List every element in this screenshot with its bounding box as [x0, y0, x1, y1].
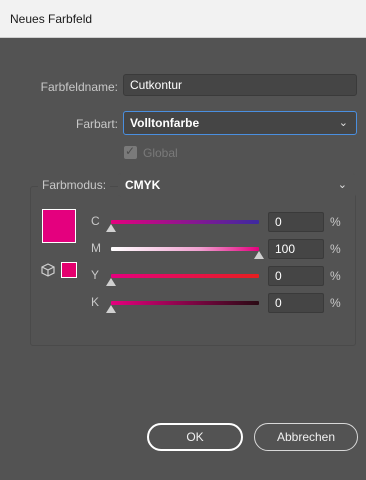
color-mode-value: CMYK — [125, 178, 161, 192]
cyan-unit: % — [330, 215, 341, 229]
new-swatch-dialog: Neues Farbfeld Farbfeldname: Cutkontur F… — [0, 0, 366, 480]
yellow-slider-thumb[interactable] — [106, 278, 116, 286]
cyan-value-input[interactable]: 0 — [268, 212, 324, 232]
chevron-down-icon: ⌄ — [338, 117, 348, 129]
cyan-slider-track[interactable] — [111, 220, 259, 224]
color-type-value: Volltonfarbe — [130, 116, 200, 130]
cube-icon[interactable] — [41, 263, 55, 277]
black-unit: % — [330, 296, 341, 310]
yellow-label: Y — [91, 268, 100, 282]
color-type-select[interactable]: Volltonfarbe ⌄ — [123, 111, 357, 135]
black-label: K — [91, 295, 100, 309]
color-mode-select[interactable]: CMYK ⌄ — [118, 173, 356, 197]
gamut-swatch[interactable] — [61, 262, 77, 278]
cyan-slider-thumb[interactable] — [106, 224, 116, 232]
title-bar: Neues Farbfeld — [0, 0, 366, 38]
cancel-button[interactable]: Abbrechen — [254, 423, 358, 451]
global-label: Global — [143, 146, 178, 160]
color-mode-label: Farbmodus: — [38, 178, 111, 192]
magenta-unit: % — [330, 242, 341, 256]
color-preview-swatch — [42, 209, 76, 243]
cyan-label: C — [91, 214, 100, 228]
color-type-label: Farbart: — [75, 117, 118, 131]
black-slider-thumb[interactable] — [106, 305, 116, 313]
checkmark-icon: ✓ — [125, 144, 136, 158]
yellow-unit: % — [330, 269, 341, 283]
swatch-name-input[interactable]: Cutkontur — [123, 74, 357, 96]
window-title: Neues Farbfeld — [10, 12, 93, 26]
yellow-value-input[interactable]: 0 — [268, 266, 324, 286]
chevron-down-icon: ⌄ — [337, 179, 347, 191]
black-slider-track[interactable] — [111, 301, 259, 305]
black-value-input[interactable]: 0 — [268, 293, 324, 313]
swatch-name-label: Farbfeldname: — [40, 80, 118, 94]
magenta-slider-track[interactable] — [111, 247, 259, 251]
magenta-label: M — [91, 241, 101, 255]
global-checkbox[interactable]: ✓ — [124, 144, 137, 159]
yellow-slider-track[interactable] — [111, 274, 259, 278]
ok-button[interactable]: OK — [147, 423, 243, 451]
magenta-slider-thumb[interactable] — [254, 251, 264, 259]
magenta-value-input[interactable]: 100 — [268, 239, 324, 259]
